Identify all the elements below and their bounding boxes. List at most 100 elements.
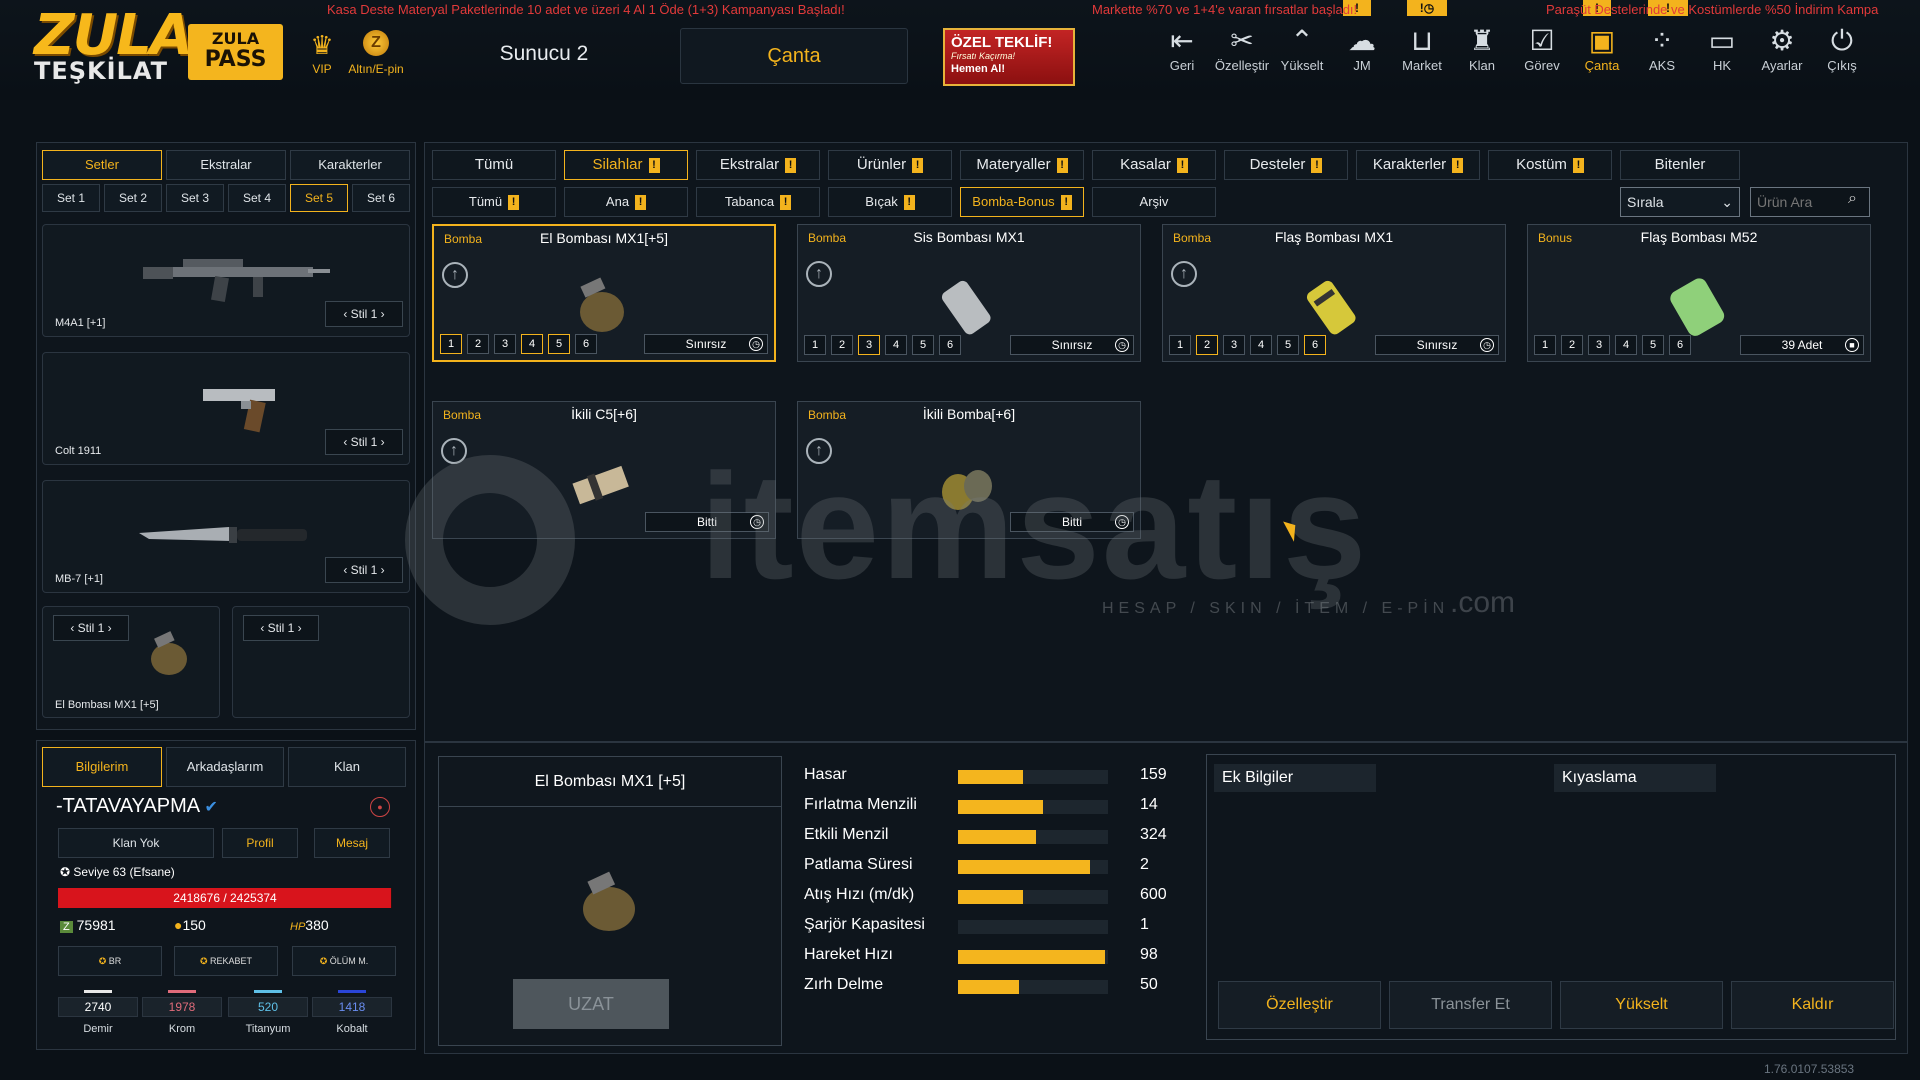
level-chip[interactable]: 3 <box>1223 335 1245 355</box>
nav-upgrade[interactable]: ⌃ Yükselt <box>1274 24 1330 73</box>
nav-jm[interactable]: ☁ JM <box>1334 24 1390 73</box>
level-chip[interactable]: 2 <box>831 335 853 355</box>
message-button[interactable]: Mesaj <box>314 828 390 858</box>
set-3[interactable]: Set 3 <box>166 184 224 212</box>
level-chip[interactable]: 3 <box>1588 335 1610 355</box>
sort-dropdown[interactable]: Sırala ⌄ <box>1620 187 1740 217</box>
tab-setler[interactable]: Setler <box>42 150 162 180</box>
chevron-down-icon: ⌄ <box>1721 194 1733 210</box>
tab-bilgilerim[interactable]: Bilgilerim <box>42 747 162 787</box>
style-selector[interactable]: ‹ Stil 1 › <box>325 429 403 455</box>
set-5[interactable]: Set 5 <box>290 184 348 212</box>
level-chip[interactable]: 6 <box>1304 335 1326 355</box>
level-chip[interactable]: 1 <box>804 335 826 355</box>
level-chip[interactable]: 5 <box>1277 335 1299 355</box>
clan-button[interactable]: Klan Yok <box>58 828 214 858</box>
level-chip[interactable]: 5 <box>912 335 934 355</box>
level-chip[interactable]: 5 <box>1642 335 1664 355</box>
set-1[interactable]: Set 1 <box>42 184 100 212</box>
level-chip[interactable]: 4 <box>1615 335 1637 355</box>
style-selector[interactable]: ‹ Stil 1 › <box>53 615 129 641</box>
upgrade-arrow-icon[interactable]: ↑ <box>1171 261 1197 287</box>
tab-karakterler[interactable]: Karakterler <box>290 150 410 180</box>
special-offer-banner[interactable]: ÖZEL TEKLİF! Fırsatı Kaçırma! Hemen Al! <box>943 28 1075 86</box>
weapon-slot-pistol[interactable]: Colt 1911 ‹ Stil 1 › <box>42 352 410 465</box>
style-selector[interactable]: ‹ Stil 1 › <box>325 301 403 327</box>
tab-ekstralar[interactable]: Ekstralar <box>166 150 286 180</box>
extra-slot[interactable]: ‹ Stil 1 › <box>232 606 410 718</box>
grenade-slot[interactable]: ‹ Stil 1 › El Bombası MX1 [+5] <box>42 606 220 718</box>
nav-customize[interactable]: ✂ Özelleştir <box>1214 24 1270 73</box>
item-card[interactable]: Bomba Sis Bombası MX1 ↑ 123456 Sınırsız ◷ <box>797 224 1141 362</box>
remove-button[interactable]: Kaldır <box>1731 981 1894 1029</box>
upgrade-button[interactable]: Yükselt <box>1560 981 1723 1029</box>
filter-tab[interactable]: Materyaller! <box>960 150 1084 180</box>
set-6[interactable]: Set 6 <box>352 184 410 212</box>
tab-arkadaslarim[interactable]: Arkadaşlarım <box>166 747 284 787</box>
subfilter-tab[interactable]: Tümü! <box>432 187 556 217</box>
style-selector[interactable]: ‹ Stil 1 › <box>325 557 403 583</box>
zula-pass-button[interactable]: ZULA PASS <box>188 24 283 80</box>
filter-tab[interactable]: Ürünler! <box>828 150 952 180</box>
nav-market[interactable]: ⊔ Market <box>1394 24 1450 73</box>
extend-button[interactable]: UZAT <box>513 979 669 1029</box>
item-card[interactable]: Bomba El Bombası MX1[+5] ↑ 123456 Sınırs… <box>432 224 776 362</box>
filter-tab[interactable]: Bitenler <box>1620 150 1740 180</box>
level-chip[interactable]: 1 <box>1169 335 1191 355</box>
nav-bag[interactable]: ▣ Çanta <box>1574 24 1630 73</box>
level-chip[interactable]: 4 <box>885 335 907 355</box>
filter-tab[interactable]: Ekstralar! <box>696 150 820 180</box>
filter-tab[interactable]: Karakterler! <box>1356 150 1480 180</box>
nav-aks[interactable]: ⁘ AKS <box>1634 24 1690 73</box>
vip-button[interactable]: ♛ VIP <box>304 28 340 76</box>
upgrade-arrow-icon[interactable]: ↑ <box>806 261 832 287</box>
item-card[interactable]: Bomba Flaş Bombası MX1 ↑ 123456 Sınırsız… <box>1162 224 1506 362</box>
nav-clan[interactable]: ♜ Klan <box>1454 24 1510 73</box>
altin-epin-button[interactable]: Z Altın/E-pin <box>340 28 412 76</box>
nav-settings[interactable]: ⚙ Ayarlar <box>1754 24 1810 73</box>
filter-tab[interactable]: Tümü <box>432 150 556 180</box>
nav-task[interactable]: ☑ Görev <box>1514 24 1570 73</box>
subfilter-tab[interactable]: Ana! <box>564 187 688 217</box>
filter-tab[interactable]: Kostüm! <box>1488 150 1612 180</box>
level-chip[interactable]: 5 <box>548 334 570 354</box>
nav-back[interactable]: ⇤ Geri <box>1154 24 1210 73</box>
level-chip[interactable]: 1 <box>440 334 462 354</box>
level-chip[interactable]: 1 <box>1534 335 1556 355</box>
filter-tab[interactable]: Silahlar! <box>564 150 688 180</box>
jm-icon: ☁ <box>1348 25 1376 56</box>
level-chip[interactable]: 4 <box>1250 335 1272 355</box>
mode-br-button[interactable]: ✪ BR <box>58 946 162 976</box>
tab-klan[interactable]: Klan <box>288 747 406 787</box>
subfilter-tab[interactable]: Tabanca! <box>696 187 820 217</box>
weapon-slot-knife[interactable]: MB-7 [+1] ‹ Stil 1 › <box>42 480 410 593</box>
level-chip[interactable]: 3 <box>858 335 880 355</box>
level-chip[interactable]: 2 <box>1196 335 1218 355</box>
mode-olum-button[interactable]: ✪ ÖLÜM M. <box>292 946 396 976</box>
level-chip[interactable]: 6 <box>939 335 961 355</box>
mode-rekabet-button[interactable]: ✪ REKABET <box>174 946 278 976</box>
subfilter-tab[interactable]: Bıçak! <box>828 187 952 217</box>
customize-button[interactable]: Özelleştir <box>1218 981 1381 1029</box>
nav-exit[interactable]: ⏻ Çıkış <box>1814 24 1870 73</box>
level-chip[interactable]: 4 <box>521 334 543 354</box>
profile-button[interactable]: Profil <box>222 828 298 858</box>
filter-tab[interactable]: Kasalar! <box>1092 150 1216 180</box>
subfilter-tab[interactable]: Bomba-Bonus! <box>960 187 1084 217</box>
filter-tab[interactable]: Desteler! <box>1224 150 1348 180</box>
upgrade-arrow-icon[interactable]: ↑ <box>442 262 468 288</box>
level-chip[interactable]: 2 <box>1561 335 1583 355</box>
style-selector[interactable]: ‹ Stil 1 › <box>243 615 319 641</box>
weapon-slot-primary[interactable]: M4A1 [+1] ‹ Stil 1 › <box>42 224 410 337</box>
subfilter-tab[interactable]: Arşiv <box>1092 187 1216 217</box>
level-chip[interactable]: 6 <box>1669 335 1691 355</box>
set-2[interactable]: Set 2 <box>104 184 162 212</box>
transfer-button[interactable]: Transfer Et <box>1389 981 1552 1029</box>
nav-hk[interactable]: ▭ HK <box>1694 24 1750 73</box>
set-4[interactable]: Set 4 <box>228 184 286 212</box>
level-chip[interactable]: 6 <box>575 334 597 354</box>
server-label[interactable]: Sunucu 2 <box>484 42 604 66</box>
item-card[interactable]: Bonus Flaş Bombası M52 123456 39 Adet ■ <box>1527 224 1871 362</box>
level-chip[interactable]: 3 <box>494 334 516 354</box>
level-chip[interactable]: 2 <box>467 334 489 354</box>
